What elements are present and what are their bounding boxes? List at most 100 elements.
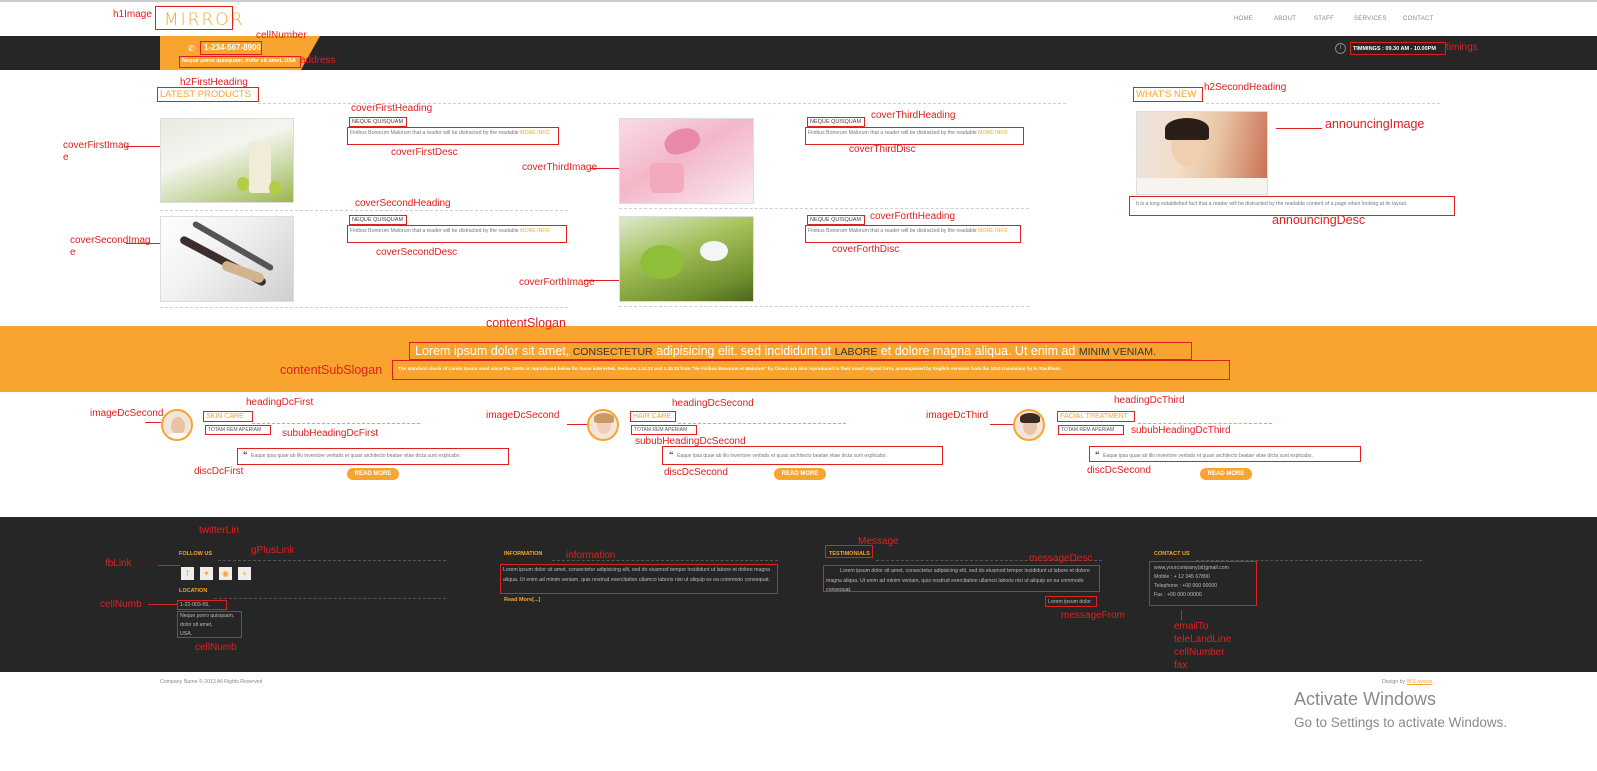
annot-address: address — [300, 55, 336, 66]
annot-box-desc-1 — [347, 127, 559, 145]
avatar-hair — [594, 413, 614, 423]
read-more-button-3[interactable]: READ MORE — [1200, 468, 1252, 480]
nav-staff[interactable]: STAFF — [1314, 16, 1334, 22]
footer — [0, 517, 1597, 672]
annot-box-products-title — [157, 87, 259, 102]
activate-windows-title: Activate Windows — [1294, 689, 1437, 709]
annot-coverthirdheading: coverThirdHeading — [871, 110, 956, 121]
footer-follow-title: FOLLOW US — [179, 551, 212, 557]
annot-imagedcsecond-a: imageDcSecond — [90, 408, 164, 419]
service-rule-3 — [1138, 423, 1272, 424]
annot-coverfirstimage-1: coverFirstImag — [63, 140, 130, 151]
footer-location-title: LOCATION — [179, 588, 208, 594]
footer-location-rule — [214, 598, 446, 599]
product-rule-2 — [160, 307, 568, 308]
annot-box-service-quote-2 — [662, 446, 943, 465]
annot-box-address — [179, 56, 301, 68]
product-image-brushes[interactable] — [160, 216, 294, 302]
annot-box-desc-4 — [805, 225, 1021, 243]
whats-new-rule — [1206, 103, 1440, 104]
annot-discdcfirst: discDcFirst — [194, 466, 244, 477]
annot-coverthirddisc: coverThirdDisc — [849, 144, 916, 155]
annot-cellnumberfax: cellNumber — [1174, 647, 1225, 658]
annot-sububheadingdcfirst: sububHeadingDcFirst — [282, 428, 379, 439]
footer-info-more[interactable]: Read More[...] — [504, 597, 540, 603]
flower-shape — [661, 124, 703, 158]
annot-cellnumb-a: cellNumb — [100, 599, 142, 610]
nav-contact[interactable]: CONTACT — [1403, 16, 1434, 22]
product-rule-3 — [619, 208, 1029, 209]
read-more-button-2[interactable]: READ MORE — [774, 468, 826, 480]
annot-coverthirdimage: coverThirdImage — [522, 162, 598, 173]
towel-shape — [1137, 178, 1267, 194]
service-rule-1 — [252, 423, 420, 424]
annot-h1image: h1Image — [113, 9, 152, 20]
product-image-lilies[interactable] — [619, 118, 754, 204]
read-more-button-1[interactable]: READ MORE — [347, 468, 399, 480]
connector-dc2 — [567, 424, 587, 425]
annot-telelandline: teleLandLine — [1174, 634, 1232, 645]
twitter-icon[interactable]: ✦ — [200, 567, 213, 580]
annot-twitterlin: twitterLin — [199, 525, 240, 536]
annot-sububheadingdcsecond: sububHeadingDcSecond — [635, 436, 746, 447]
teapot-shape — [640, 245, 684, 279]
annot-h2second: h2SecondHeading — [1204, 82, 1287, 93]
annot-box-service-heading-3 — [1057, 411, 1135, 422]
facebook-icon[interactable]: f — [181, 567, 194, 580]
annot-discdcsecond-a: discDcSecond — [664, 467, 728, 478]
annot-h2first: h2FirstHeading — [180, 77, 248, 88]
annot-box-phone — [200, 41, 262, 55]
annot-discdcsecond-b: discDcSecond — [1087, 465, 1151, 476]
announcing-image[interactable] — [1136, 111, 1268, 195]
annot-box-service-heading-2 — [630, 411, 676, 422]
footer-contact-title: CONTACT US — [1154, 551, 1190, 557]
product-rule-4 — [619, 306, 1029, 307]
rss-icon[interactable]: ◉ — [219, 567, 232, 580]
candle-shape-small2 — [269, 181, 281, 195]
connector-email — [1181, 610, 1182, 620]
connector-fb — [158, 565, 180, 566]
gplus-icon[interactable]: + — [238, 567, 251, 580]
annot-imagedcthird: imageDcThird — [926, 410, 989, 421]
annot-contentsubslogan: contentSubSlogan — [280, 363, 383, 377]
annot-coverforthimage: coverForthImage — [519, 277, 595, 288]
annot-box-service-sub-2 — [631, 425, 697, 435]
annot-message: Message — [858, 536, 899, 547]
annot-timings: timings — [1446, 42, 1478, 53]
nav-about[interactable]: ABOUT — [1274, 16, 1296, 22]
product-image-candles[interactable] — [160, 118, 294, 203]
annot-imagedcsecond-b: imageDcSecond — [486, 410, 560, 421]
annot-box-heading-2 — [349, 215, 407, 225]
annot-coverfirstdesc: coverFirstDesc — [391, 147, 458, 158]
service-avatar-hair — [587, 409, 619, 441]
nav-services[interactable]: SERVICES — [1354, 16, 1387, 22]
product-image-teapot[interactable] — [619, 216, 754, 302]
service-rule-2 — [678, 423, 846, 424]
phone-icon: ✆ — [188, 44, 195, 53]
annot-cellnumb-b: cellNumb — [195, 642, 237, 653]
design-credit-link[interactable]: W3Layouts — [1407, 679, 1433, 685]
service-avatar-skin — [161, 409, 193, 441]
connector-cover1 — [126, 146, 160, 147]
annot-coverseconddesc: coverSecondDesc — [376, 247, 458, 258]
footer-follow-rule — [218, 560, 446, 561]
nav-home[interactable]: HOME — [1234, 16, 1253, 22]
annot-information: information — [566, 550, 616, 561]
avatar-body — [167, 433, 189, 439]
design-credit: Design by W3Layouts — [1382, 679, 1432, 685]
annot-box-test-text — [823, 565, 1100, 592]
annot-coversecondheading: coverSecondHeading — [355, 198, 451, 209]
candle-shape — [249, 141, 271, 193]
annot-box-whats-new — [1133, 87, 1203, 102]
annot-messagefrom: messageFrom — [1061, 610, 1125, 621]
avatar-hair — [1020, 413, 1040, 423]
connector-announcing — [1276, 128, 1322, 129]
annot-box-location-phone — [177, 600, 227, 610]
product-rule-1 — [160, 210, 568, 211]
annot-coversecondimage-1: coverSecondImag — [70, 235, 151, 246]
connector-dc1 — [145, 422, 161, 423]
annot-sububheadingdcthird: sububHeadingDcThird — [1131, 425, 1231, 436]
annot-box-service-heading-1 — [203, 411, 253, 422]
annot-box-service-sub-1 — [205, 425, 271, 435]
annot-box-info — [500, 564, 778, 594]
